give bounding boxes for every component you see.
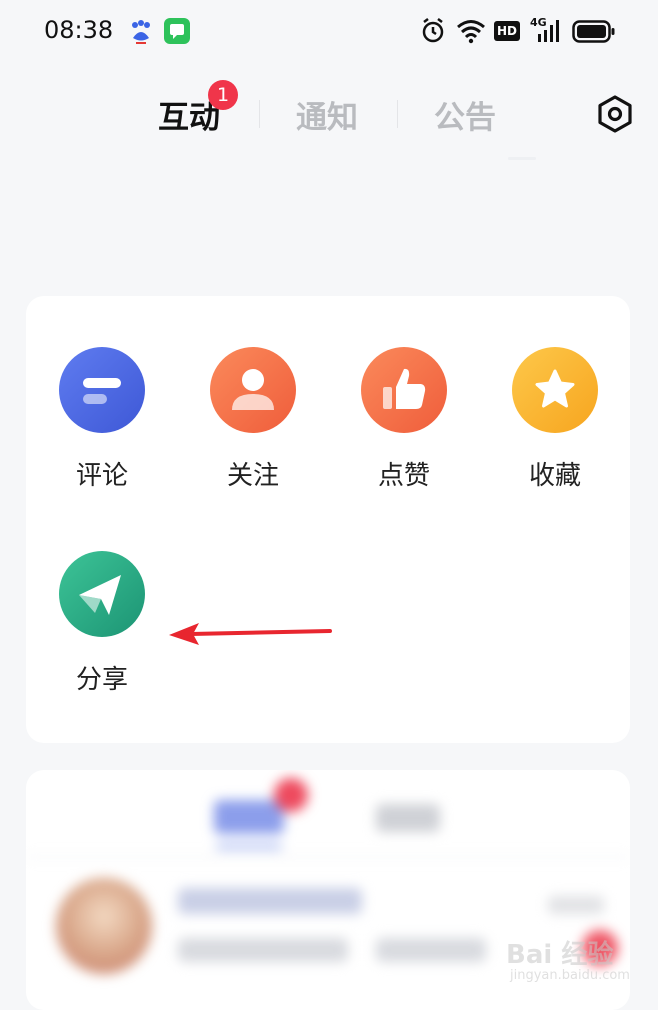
hd-badge: HD: [494, 21, 521, 41]
blurred-tab-indicator: [216, 844, 282, 849]
watermark-logo: Bai 经验 jingyan.baidu.com: [506, 930, 646, 990]
share-icon: [59, 551, 145, 637]
like-label: 点赞: [377, 461, 430, 491]
unread-badge: 1: [208, 80, 238, 110]
comment-label: 评论: [75, 461, 128, 491]
status-icons: HD 4G: [420, 16, 640, 48]
settings-icon[interactable]: [596, 95, 634, 133]
battery-icon: [572, 20, 616, 48]
blurred-username: [178, 888, 362, 914]
tab-indicator: [508, 157, 536, 160]
divider: [26, 856, 630, 858]
comment-entry[interactable]: 评论: [42, 347, 162, 492]
share-entry[interactable]: 分享: [42, 551, 162, 696]
blurred-message: [178, 938, 348, 962]
like-icon: [361, 347, 447, 433]
like-entry[interactable]: 点赞: [344, 347, 464, 492]
message-app-icon: [164, 18, 190, 44]
alarm-icon: [420, 16, 446, 50]
follow-icon: [210, 347, 296, 433]
blurred-timestamp: [548, 896, 604, 914]
tab-divider: [397, 100, 398, 128]
interaction-card: 评论 关注 点赞 收藏 分享: [26, 296, 630, 743]
follow-entry[interactable]: 关注: [193, 347, 313, 492]
tab-announcements[interactable]: 公告: [434, 92, 496, 137]
comment-icon: [59, 347, 145, 433]
avatar: [56, 878, 152, 974]
annotation-arrow: [169, 623, 332, 645]
watermark-text: Bai 经验: [506, 940, 614, 970]
wifi-icon: [456, 18, 486, 48]
watermark-url: jingyan.baidu.com: [510, 968, 630, 983]
status-time: 08:38: [44, 16, 114, 44]
tab-divider: [259, 100, 260, 128]
blurred-tab: [376, 804, 440, 832]
blurred-message: [376, 938, 486, 962]
baidu-app-icon: [128, 18, 154, 46]
star-icon: [512, 347, 598, 433]
share-label: 分享: [75, 665, 128, 695]
follow-label: 关注: [226, 461, 279, 491]
top-tab-bar: 互动 通知 公告: [0, 80, 658, 150]
tab-notifications[interactable]: 通知: [296, 92, 358, 137]
favorite-label: 收藏: [528, 461, 581, 491]
status-bar: 08:38 HD 4G: [0, 0, 658, 64]
favorite-entry[interactable]: 收藏: [495, 347, 615, 492]
blurred-badge: [274, 778, 308, 812]
blurred-tab: [214, 800, 284, 834]
